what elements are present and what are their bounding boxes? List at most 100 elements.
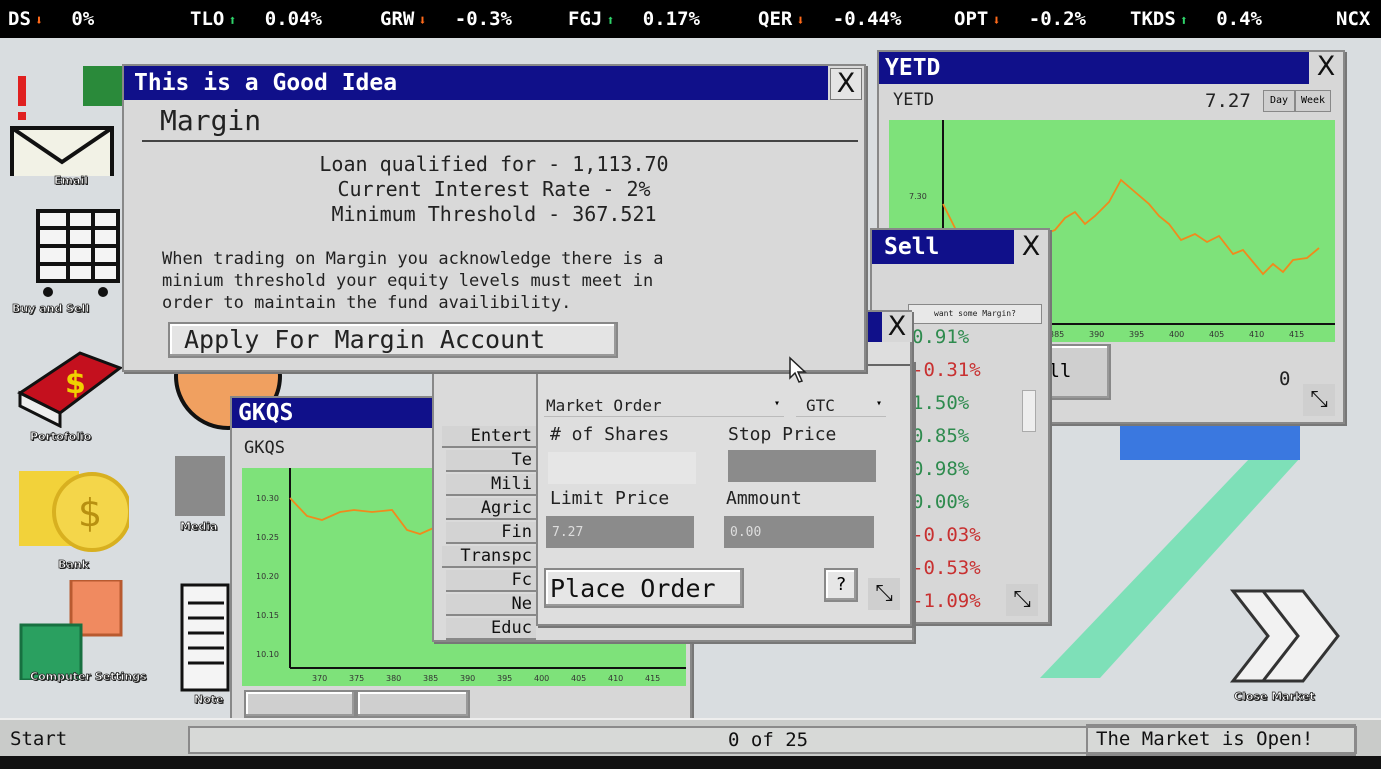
shares-input[interactable]	[548, 452, 696, 484]
stop-price-input[interactable]	[728, 450, 876, 482]
range-week-button[interactable]: Week	[1295, 90, 1331, 112]
order-close-button[interactable]: X	[882, 312, 912, 342]
x-tick-label: 375	[349, 674, 364, 683]
ticker-item: DS ⬇ 0%	[8, 8, 94, 30]
close-market-icon-label: Close Market	[1234, 690, 1315, 704]
buy-sell-title: Sell	[884, 234, 940, 260]
sector-item[interactable]: Entert	[442, 426, 536, 448]
yetd-close-button[interactable]: X	[1311, 52, 1341, 82]
place-order-button[interactable]: Place Order	[544, 568, 744, 608]
ticker-symbol: FGJ	[568, 8, 603, 30]
apply-margin-button[interactable]: Apply For Margin Account	[168, 322, 618, 358]
resize-icon[interactable]: ⤡	[1006, 584, 1038, 616]
notice-line-1: When trading on Margin you acknowledge t…	[162, 249, 664, 269]
bank-desktop-icon[interactable]: $ Bank	[14, 466, 132, 576]
arrow-up-icon: ⬆	[1179, 13, 1189, 29]
ticker-item: TKDS ⬆ 0.4%	[1130, 8, 1262, 30]
limit-price-input[interactable]: 7.27	[546, 516, 694, 548]
computer-settings-desktop-icon[interactable]: Computer Settings	[16, 578, 147, 705]
y-tick-label: 10.15	[256, 611, 279, 620]
start-button[interactable]: Start	[10, 728, 67, 750]
sector-item[interactable]: Fin	[446, 522, 536, 544]
progress-count: 0 of 25	[728, 729, 809, 751]
ticker-change: -0.3%	[454, 8, 512, 30]
margin-close-button[interactable]: X	[830, 68, 862, 100]
book-icon: $	[17, 351, 124, 429]
duration-select[interactable]: GTC ▾	[796, 396, 886, 417]
sector-item[interactable]: Te	[446, 450, 536, 472]
loan-qualified: Loan qualified for - 1,113.70	[319, 152, 669, 176]
ticker-symbol: DS	[8, 8, 31, 30]
price-change-value: 0.91%	[912, 326, 970, 348]
x-tick-label: 395	[1129, 330, 1144, 339]
ticker-symbol: QER	[758, 8, 793, 30]
place-order-label: Place Order	[550, 574, 716, 603]
svg-text:$: $	[78, 491, 102, 535]
close-market-desktop-icon[interactable]: Close Market	[1228, 586, 1348, 711]
dropdown-arrow-icon: ▾	[875, 398, 882, 409]
ticker-symbol: OPT	[954, 8, 989, 30]
margin-offer-button[interactable]: want some Margin?	[908, 304, 1042, 324]
gkqs-symbol: GKQS	[244, 438, 285, 458]
coins-icon: $	[19, 471, 132, 552]
x-tick-label: 410	[1249, 330, 1264, 339]
desktop: Email Buy and Sell $ Portofolio $ Bank C…	[0, 38, 1381, 718]
price-change-value: -1.09%	[912, 590, 981, 612]
amount-input[interactable]: 0.00	[724, 516, 874, 548]
shares-label: # of Shares	[550, 424, 670, 445]
notes-desktop-icon[interactable]: Note	[180, 583, 230, 708]
ticker-change: 0.04%	[264, 8, 322, 30]
portfolio-desktop-icon[interactable]: $ Portofolio	[10, 338, 125, 448]
stop-price-label: Stop Price	[728, 424, 837, 445]
margin-notice: When trading on Margin you acknowledge t…	[162, 248, 664, 314]
sector-item[interactable]: Fc	[446, 570, 536, 592]
ticker-item: FGJ ⬆ 0.17%	[568, 8, 700, 30]
scrollbar-thumb[interactable]	[1022, 390, 1036, 432]
resize-icon[interactable]: ⤡	[868, 578, 900, 610]
sector-item[interactable]: Educ	[446, 618, 536, 640]
buy-sell-close-button[interactable]: X	[1016, 232, 1046, 262]
range-day-button[interactable]: Day	[1263, 90, 1295, 112]
order-type-select[interactable]: Market Order ▾	[544, 396, 784, 417]
notice-line-2: minium threshold your equity levels must…	[162, 271, 654, 291]
y-tick-label: 10.30	[256, 494, 279, 503]
sector-item[interactable]: Transpc	[442, 546, 536, 568]
ticker-symbol: TKDS	[1130, 8, 1176, 30]
email-desktop-icon[interactable]: Email	[8, 66, 123, 188]
help-button[interactable]: ?	[824, 568, 858, 602]
limit-price-label: Limit Price	[550, 488, 670, 509]
market-status-box: The Market is Open!	[1086, 724, 1356, 756]
gkqs-buy-button[interactable]	[244, 690, 356, 718]
x-tick-label: 380	[386, 674, 401, 683]
buy-sell-desktop-icon[interactable]: Buy and Sell	[8, 206, 123, 316]
amount-value: 0.00	[730, 525, 762, 540]
arrow-down-icon: ⬇	[796, 13, 805, 29]
ticker-item: OPT ⬇ -0.2%	[954, 8, 1086, 30]
price-change-value: 0.98%	[912, 458, 970, 480]
mouse-cursor-icon	[789, 356, 807, 383]
x-tick-label: 415	[645, 674, 660, 683]
duration-value: GTC	[806, 396, 835, 415]
ticker-symbol: GRW	[380, 8, 415, 30]
interest-rate: Current Interest Rate - 2%	[337, 177, 651, 201]
margin-window[interactable]: This is a Good Idea X Margin Loan qualif…	[122, 64, 866, 372]
ticker-change: -0.44%	[832, 8, 902, 30]
sector-item[interactable]: Mili	[446, 474, 536, 496]
arrow-down-icon: ⬇	[992, 13, 1001, 29]
buy-sell-titlebar[interactable]: Sell	[872, 230, 1014, 264]
notes-icon-label: Note	[194, 693, 224, 707]
sector-item[interactable]: Ne	[446, 594, 536, 616]
arrow-up-icon: ⬆	[606, 13, 615, 29]
margin-titlebar[interactable]: This is a Good Idea	[124, 66, 828, 100]
y-tick-label: 10.10	[256, 650, 279, 659]
price-change-value: -0.53%	[912, 557, 981, 579]
media-icon-label: Media	[180, 520, 218, 534]
notice-line-3: order to maintain the fund availibility.	[162, 293, 572, 313]
sector-item[interactable]: Agric	[446, 498, 536, 520]
resize-icon[interactable]: ⤡	[1303, 384, 1335, 416]
x-tick-label: 405	[1209, 330, 1224, 339]
yetd-price: 7.27	[1205, 90, 1251, 112]
yetd-titlebar[interactable]: YETD	[879, 52, 1309, 84]
gkqs-sell-button[interactable]	[356, 690, 470, 718]
price-change-value: 0.00%	[912, 491, 970, 513]
